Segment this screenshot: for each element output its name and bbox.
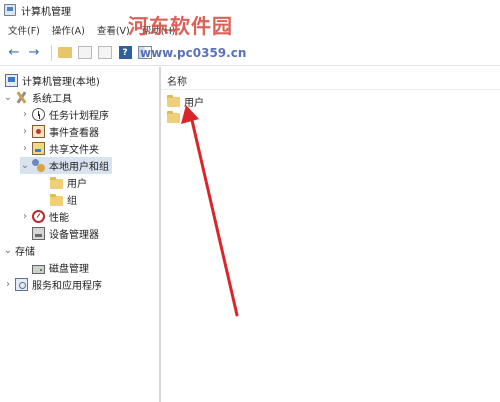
tree-item-label: 磁盘管理 (49, 264, 89, 275)
tree-item-disk-management[interactable]: 磁盘管理 (30, 259, 92, 276)
menu-action[interactable]: 操作(A) (46, 23, 91, 37)
folder-icon (50, 176, 63, 189)
clock-icon (32, 108, 45, 121)
tree-item-event-viewer[interactable]: › 事件查看器 (20, 123, 102, 140)
toolbar: ← → ? (0, 40, 500, 66)
properties-icon (98, 46, 112, 59)
properties-button[interactable] (97, 45, 113, 61)
menu-bar: 文件(F) 操作(A) 查看(V) 帮助(H) (0, 21, 500, 39)
folder-icon (50, 193, 63, 206)
chevron-down-icon[interactable]: ⌄ (3, 245, 13, 256)
chevron-down-icon[interactable]: ⌄ (3, 92, 13, 103)
tree-item-label: 共享文件夹 (49, 145, 99, 156)
tree-item-storage[interactable]: ⌄ 存储 (3, 242, 38, 259)
tree-item-label: 事件查看器 (49, 128, 99, 139)
tree-item-label: 组 (67, 196, 77, 207)
tree-item-label: 设备管理器 (49, 230, 99, 241)
folder-up-icon (58, 47, 72, 58)
folder-icon (167, 111, 180, 123)
chevron-down-icon[interactable]: ⌄ (20, 160, 30, 171)
list-item-groups[interactable] (167, 109, 187, 125)
chevron-right-icon[interactable]: › (20, 126, 30, 137)
forward-arrow-icon: → (28, 45, 40, 60)
menu-file[interactable]: 文件(F) (2, 23, 46, 37)
header-divider (161, 89, 500, 90)
chevron-right-icon[interactable]: › (3, 279, 13, 290)
event-log-icon (32, 125, 45, 138)
tree-item-services-apps[interactable]: › 服务和应用程序 (3, 276, 105, 293)
column-header-name[interactable]: 名称 (167, 73, 187, 88)
chevron-right-icon[interactable]: › (20, 143, 30, 154)
result-list: 名称 用户 (161, 67, 500, 402)
tools-icon (15, 91, 28, 104)
tree-item-local-users-groups[interactable]: ⌄ 本地用户和组 (20, 157, 112, 174)
back-button[interactable]: ← (6, 45, 22, 61)
tree-item-groups[interactable]: 组 (48, 191, 80, 208)
computer-management-icon (4, 4, 16, 16)
console-tree-icon (78, 46, 92, 59)
tree-item-label: 计算机管理(本地) (22, 77, 100, 88)
list-item-label: 用户 (184, 97, 204, 109)
chevron-right-icon[interactable]: › (20, 211, 30, 222)
tree-item-performance[interactable]: › 性能 (20, 208, 72, 225)
tree-item-task-scheduler[interactable]: › 任务计划程序 (20, 106, 112, 123)
folder-icon (167, 95, 180, 107)
tree-item-label: 存储 (15, 247, 35, 258)
tree-item-system-tools[interactable]: ⌄ 系统工具 (3, 89, 75, 106)
title-bar: 计算机管理 (0, 0, 500, 20)
disk-icon (32, 264, 45, 274)
tree-item-label: 性能 (49, 213, 69, 224)
list-item-users[interactable]: 用户 (167, 93, 207, 109)
computer-icon (5, 74, 18, 87)
storage-icon (13, 244, 15, 257)
services-icon (15, 278, 28, 291)
show-hide-tree-button[interactable] (77, 45, 93, 61)
tree-item-computer-management[interactable]: 计算机管理(本地) (3, 72, 103, 89)
forward-button[interactable]: → (26, 45, 42, 61)
tree-item-users[interactable]: 用户 (48, 174, 90, 191)
tree-item-shared-folders[interactable]: › 共享文件夹 (20, 140, 102, 157)
performance-icon (32, 210, 45, 223)
window-title: 计算机管理 (21, 6, 71, 18)
site-watermark: 河东软件园 www.pc0359.cn (128, 10, 248, 66)
watermark-title: 河东软件园 (128, 14, 233, 38)
up-one-level-button[interactable] (57, 45, 73, 61)
users-icon (32, 159, 45, 172)
watermark-url: www.pc0359.cn (140, 46, 247, 60)
back-arrow-icon: ← (8, 45, 20, 60)
tree-item-label: 用户 (67, 179, 87, 190)
tree-item-label: 任务计划程序 (49, 111, 109, 122)
shared-folder-icon (32, 142, 45, 155)
tree-item-label: 系统工具 (32, 94, 72, 105)
tree-item-label: 服务和应用程序 (32, 281, 102, 292)
tree-item-device-manager[interactable]: 设备管理器 (30, 225, 102, 242)
console-tree: 计算机管理(本地) ⌄ 系统工具 › 任务计划程序 › 事件查看器 › 共享文件… (0, 67, 160, 402)
chevron-right-icon[interactable]: › (20, 109, 30, 120)
device-manager-icon (32, 227, 45, 240)
toolbar-separator (51, 44, 52, 61)
tree-item-label: 本地用户和组 (49, 162, 109, 173)
